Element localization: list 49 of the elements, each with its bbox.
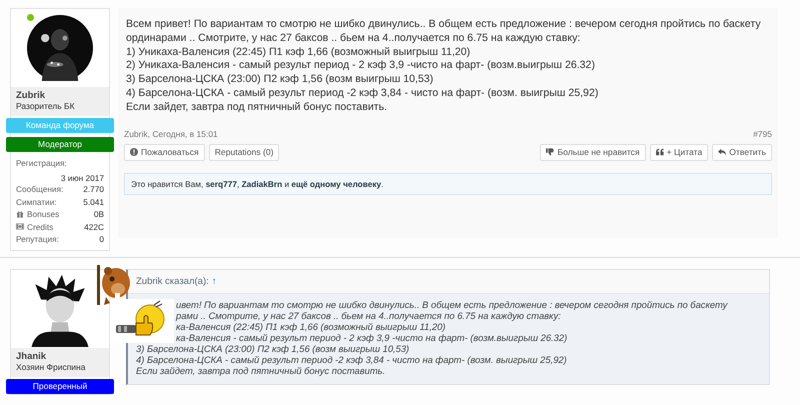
quote-icon	[656, 148, 664, 156]
username-link[interactable]: Zubrik	[16, 90, 104, 101]
stat-value: 422C	[84, 222, 104, 232]
message-text: 2) Уникаха-Валенсия - самый результ период - 2 кэф 3,9 -чисто на фарт- (возм.выигрыш 26.32)	[126, 59, 596, 74]
thumbs-down-icon	[546, 148, 554, 156]
quote-text: ка-Валенсия - самый результ период - 2 кэф 3,9 -чисто на фарт- (возм.выигрыш 26.32)	[175, 332, 568, 343]
quote-button[interactable]: + Цитата	[650, 144, 708, 161]
stat-value: 0B	[94, 209, 104, 220]
username-link[interactable]: Jhanik	[16, 350, 104, 362]
quote-text: ивет! По вариантам то смотрю не шибко двинулись.. В общем есть предложение : вечером сегодня пройтись по баскету	[175, 298, 729, 310]
quote-text: 3) Барселона-ЦСКА (23:00) П2 кэф 1,56 (возм выигрыш 10,53)	[136, 342, 410, 354]
post-number-link[interactable]: #795	[753, 128, 772, 139]
warning-icon	[130, 148, 138, 156]
message-text: 1) Уникаха-Валенсия (22:45) П1 кэф 1,66 (возможный выигрыш 11,20)	[126, 46, 472, 60]
quote-text: ка-Валенсия (22:45) П1 кэф 1,66 (возможный выигрыш 11,20)	[176, 320, 446, 332]
stat-value: 2.770	[83, 184, 104, 194]
message-text: 4) Барселона-ЦСКА - самый результ период -2 кэф 3,84 - чисто на фарт- (возм. выигрыш 25,92)	[126, 86, 600, 101]
stat-label: Репутация:	[16, 234, 60, 244]
user-title: Разоритель БК	[16, 101, 76, 111]
stat-label: Симпатии:	[16, 196, 58, 207]
report-button[interactable]: Пожаловаться	[124, 144, 205, 161]
banknote-icon	[16, 223, 24, 230]
quote-text: 4) Барселона-ЦСКА - самый результ период -2 кэф 3,84 - чисто на фарт- (возм. выигрыш 25,92)	[136, 354, 568, 366]
stat-label: Сообщения:	[16, 184, 64, 194]
user-title: Хозяин Фриспина	[16, 362, 86, 372]
gift-icon	[16, 210, 24, 218]
user-banner: Команда форума	[6, 118, 114, 133]
quote-text: Если зайдет, завтра под пятничный бонус поставить.	[136, 365, 386, 376]
stat-label: Регистрация:	[16, 158, 68, 170]
user-banner: Модератор	[6, 137, 114, 152]
quote-author: Zubrik сказал(а):	[136, 276, 209, 286]
message-text: Если зайдет, завтра под пятничный бонус поставить.	[126, 100, 388, 115]
stat-label: Credits	[27, 222, 54, 232]
stat-value: 5.041	[83, 196, 104, 207]
reputations-button[interactable]: Reputations (0)	[208, 144, 280, 161]
likes-text: Это нравится Вам, serq777, ZadiakBrn и ещё одному человеку.	[131, 178, 384, 189]
stat-value: 0	[99, 234, 104, 244]
reply-button[interactable]: Ответить	[712, 144, 772, 161]
unlike-button[interactable]: Больше не нравится	[540, 144, 646, 161]
stat-value: 3 июн 2017	[60, 173, 104, 183]
message-text: ординарами .. Смотрите, у нас 27 баксов .. бьем на 4..получается по 6.75 на каждую ставку:	[126, 32, 582, 46]
quote-text: рами .. Смотрите, у нас 27 баксов .. бьем на 4..получается по 6.75 на каждую ставку:	[174, 310, 561, 321]
message-text: Всем привет! По вариантам то смотрю не шибко двинулись.. В общем есть предложение : вечером сегодня пройтись по баскету	[126, 18, 762, 32]
quote-source-link[interactable]: ↑	[212, 276, 217, 286]
post-date-link[interactable]: Zubrik, Сегодня, в 15:01	[124, 128, 218, 139]
user-banner: Проверенный	[6, 378, 114, 394]
reply-icon	[718, 148, 726, 156]
stat-label: Bonuses	[27, 209, 60, 220]
message-text: 3) Барселона-ЦСКА (23:00) П2 кэф 1,56 (возм выигрыш 10,53)	[126, 73, 434, 87]
